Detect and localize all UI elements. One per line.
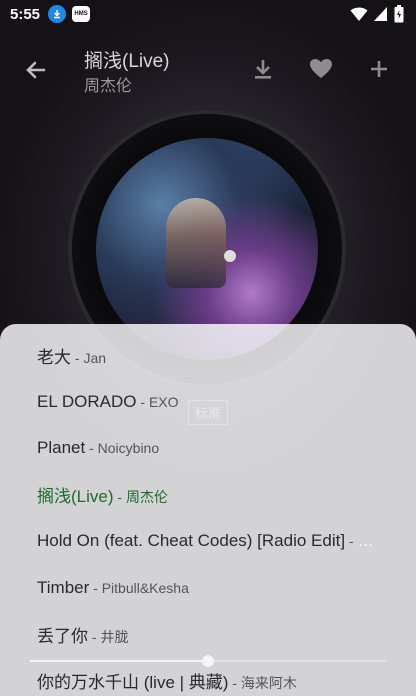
playlist-item-artist: - M...: [345, 533, 379, 550]
playlist-item-text: 丢了你 - 井胧: [37, 622, 128, 647]
plus-icon[interactable]: [366, 56, 392, 82]
playlist-item[interactable]: 丢了你 - 井胧: [0, 611, 416, 658]
song-title: 搁浅(Live): [84, 51, 170, 72]
playlist-item-text: 搁浅(Live) - 周杰伦: [37, 482, 168, 507]
playlist-item[interactable]: Planet - Noicybino: [0, 425, 416, 472]
playlist-item-title: EL DORADO: [37, 391, 137, 411]
playlist-item[interactable]: Timber - Pitbull&Kesha: [0, 565, 416, 612]
playlist-item-title: 搁浅(Live): [37, 487, 114, 507]
playlist-item-artist: - 周杰伦: [113, 489, 168, 506]
download-icon: [48, 5, 67, 23]
playlist: 老大 - Jan EL DORADO - EXO Planet - Noicybin…: [0, 324, 416, 696]
playlist-item-text: 老大 - Jan: [37, 343, 106, 368]
playlist-item-title: Planet: [37, 438, 86, 458]
status-bar: 5:55 HMS: [0, 0, 416, 28]
playlist-sheet: 老大 - Jan EL DORADO - EXO Planet - Noicybin…: [0, 324, 416, 696]
battery-icon: [394, 5, 404, 23]
playlist-item-text: Hold On (feat. Cheat Codes) [Radio Edit]…: [37, 531, 379, 551]
hms-icon: HMS: [72, 6, 91, 22]
playlist-item-current[interactable]: 搁浅(Live) - 周杰伦: [0, 472, 416, 519]
status-time: 5:55: [10, 5, 41, 23]
playlist-item[interactable]: EL DORADO - EXO: [0, 379, 416, 426]
playlist-item-text: 你的万水千山 (live | 典藏) - 海来阿木: [37, 668, 297, 693]
playlist-item-text: Timber - Pitbull&Kesha: [37, 578, 189, 598]
playlist-item-artist: - Jan: [71, 349, 107, 366]
playlist-item-artist: - Noicybino: [85, 440, 160, 457]
playlist-item[interactable]: 你的万水千山 (live | 典藏) - 海来阿木: [0, 658, 416, 696]
playlist-item-artist: - 海来阿木: [228, 675, 297, 692]
album-cover-figure: [166, 198, 226, 288]
playlist-item-title: 老大: [37, 347, 71, 367]
playlist-item-artist: - Pitbull&Kesha: [89, 579, 189, 596]
playlist-item-title: Hold On (feat. Cheat Codes) [Radio Edit]: [37, 531, 346, 551]
song-artist: 周杰伦: [84, 78, 133, 95]
playlist-item-title: 丢了你: [37, 626, 88, 646]
playlist-item-title: Timber: [37, 577, 90, 597]
playlist-item-text: EL DORADO - EXO: [37, 392, 179, 412]
album-cover-microphone: [224, 250, 236, 262]
back-arrow-icon[interactable]: [22, 56, 50, 84]
signal-icon: [374, 6, 388, 22]
wifi-icon: [350, 6, 368, 22]
playlist-item[interactable]: Hold On (feat. Cheat Codes) [Radio Edit]…: [0, 518, 416, 565]
playlist-item-text: Planet - Noicybino: [37, 438, 159, 458]
player-top-bar: 搁浅(Live) 周杰伦: [0, 40, 416, 100]
heart-icon[interactable]: [308, 56, 334, 82]
playlist-item-artist: - EXO: [136, 393, 179, 410]
top-actions: [250, 56, 392, 82]
playlist-item[interactable]: 老大 - Jan: [0, 332, 416, 379]
playlist-item-title: 你的万水千山 (live | 典藏): [37, 673, 229, 693]
download-icon[interactable]: [250, 56, 276, 82]
playlist-item-artist: - 井胧: [88, 628, 129, 645]
